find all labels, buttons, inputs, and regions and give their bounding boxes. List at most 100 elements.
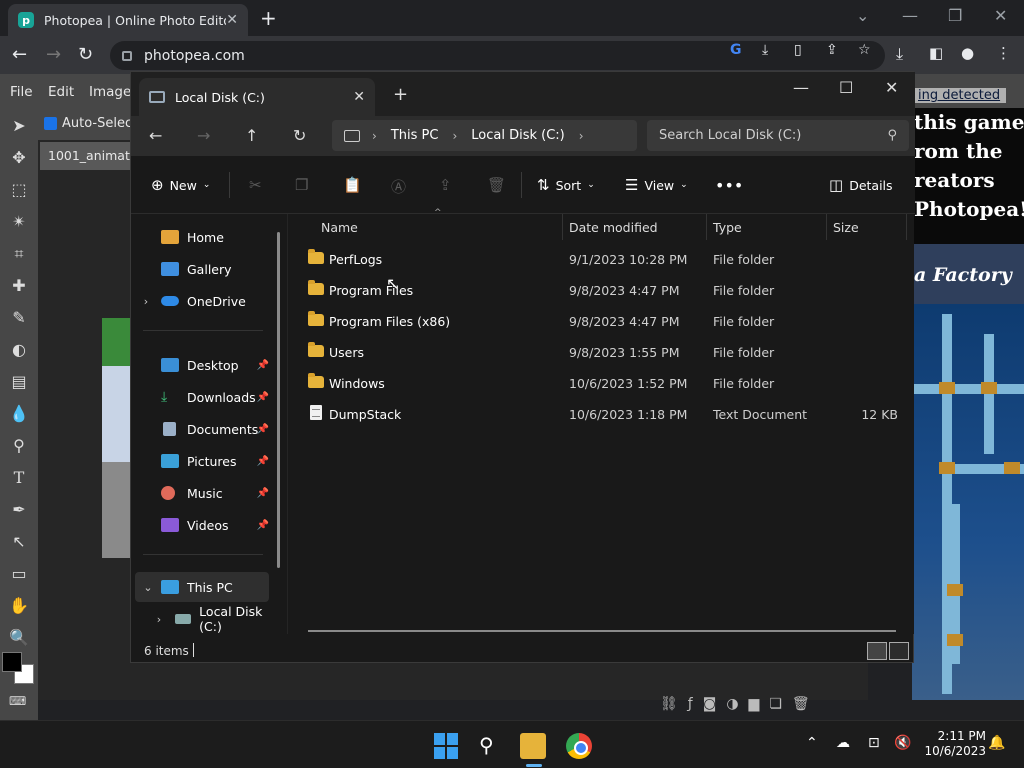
marquee-tool-icon[interactable]: ⬚ — [9, 180, 29, 200]
install-app-icon[interactable]: ⤓ — [762, 42, 768, 58]
more-options-icon[interactable]: ••• — [715, 176, 743, 195]
file-explorer-taskbar-icon[interactable] — [520, 733, 546, 759]
keyboard-icon[interactable]: ⌨ — [9, 694, 26, 708]
pin-icon[interactable]: 📌 — [257, 456, 269, 467]
bookmark-star-icon[interactable]: ☆ — [858, 42, 871, 58]
new-tab-button[interactable]: + — [260, 6, 277, 30]
explorer-minimize-button[interactable]: — — [793, 78, 809, 97]
rename-icon[interactable]: Ⓐ — [391, 176, 406, 197]
hand-tool-icon[interactable]: ✋ — [9, 596, 29, 616]
copy-icon[interactable]: ❐ — [295, 176, 308, 194]
eraser-tool-icon[interactable]: ◐ — [9, 340, 29, 360]
notification-bell-icon[interactable]: 🔔 — [988, 735, 1005, 751]
chrome-taskbar-icon[interactable] — [566, 733, 592, 759]
move-tool-active-icon[interactable]: ✥ — [9, 148, 29, 168]
reload-button[interactable]: ↻ — [78, 44, 93, 65]
tab-search-icon[interactable]: ⌄ — [856, 6, 869, 25]
profile-icon[interactable]: ● — [961, 44, 974, 62]
details-view-icon[interactable] — [867, 642, 887, 660]
menu-edit[interactable]: Edit — [48, 84, 74, 100]
nav-item-documents[interactable]: Documents 📌 — [131, 414, 279, 444]
nav-item-local-disk[interactable]: › Local Disk (C:) — [131, 604, 279, 634]
magic-wand-icon[interactable]: ✴ — [9, 212, 29, 232]
chevron-right-icon[interactable]: › — [579, 129, 584, 143]
nav-item-desktop[interactable]: Desktop 📌 — [131, 350, 279, 380]
column-header-date[interactable]: Date modified — [569, 220, 658, 235]
back-arrow-icon[interactable]: ← — [149, 126, 162, 145]
file-row[interactable]: Users 9/8/2023 1:55 PM File folder — [288, 337, 914, 368]
browser-tab-photopea[interactable]: p Photopea | Online Photo Editor ✕ — [8, 4, 248, 36]
pin-icon[interactable]: 📌 — [257, 424, 269, 435]
sort-button[interactable]: ⇅ Sort ⌄ — [537, 176, 595, 194]
horizontal-scrollbar[interactable] — [308, 630, 896, 632]
up-arrow-icon[interactable]: ↑ — [245, 126, 258, 145]
chevron-down-icon[interactable]: ⌄ — [135, 581, 161, 594]
share-icon[interactable]: ⇪ — [826, 42, 838, 58]
nav-item-music[interactable]: Music 📌 — [131, 478, 279, 508]
explorer-tab[interactable]: Local Disk (C:) ✕ — [139, 78, 375, 116]
menu-file[interactable]: File — [10, 84, 33, 100]
volume-muted-icon[interactable]: 🔇 — [894, 735, 911, 751]
delete-icon[interactable]: 🗑 — [487, 176, 506, 194]
layer-effects-icon[interactable]: ƒ — [688, 696, 693, 712]
pin-icon[interactable]: 📌 — [257, 488, 269, 499]
nav-item-downloads[interactable]: ⤓ Downloads 📌 — [131, 382, 279, 412]
crop-tool-icon[interactable]: ⌗ — [9, 244, 29, 264]
column-header-type[interactable]: Type — [713, 220, 742, 235]
google-lens-icon[interactable]: G — [730, 42, 742, 58]
onedrive-tray-icon[interactable]: ☁ — [836, 735, 850, 751]
menu-image[interactable]: Image — [89, 84, 131, 100]
view-button[interactable]: ☰ View ⌄ — [625, 176, 688, 194]
zoom-tool-icon[interactable]: 🔍 — [9, 628, 29, 648]
breadcrumb-local-disk[interactable]: Local Disk (C:) — [471, 128, 564, 143]
start-button[interactable] — [434, 733, 460, 759]
file-row[interactable]: PerfLogs 9/1/2023 10:28 PM File folder — [288, 244, 914, 275]
pin-icon[interactable]: 📌 — [257, 520, 269, 531]
adblock-detected-link[interactable]: ing detected — [912, 88, 1007, 103]
nav-item-videos[interactable]: Videos 📌 — [131, 510, 279, 540]
nav-item-gallery[interactable]: Gallery — [131, 254, 279, 284]
explorer-address-bar[interactable]: › This PC › Local Disk (C:) › — [332, 120, 637, 151]
delete-layer-icon[interactable]: 🗑 — [792, 696, 810, 712]
gradient-tool-icon[interactable]: ▤ — [9, 372, 29, 392]
nav-item-this-pc[interactable]: ⌄ This PC — [135, 572, 269, 602]
text-tool-icon[interactable]: T — [9, 468, 29, 488]
address-bar[interactable]: photopea.com — [110, 41, 885, 70]
move-tool-icon[interactable]: ➤ — [9, 116, 29, 136]
nav-item-onedrive[interactable]: › OneDrive — [131, 286, 279, 316]
forward-button[interactable]: → — [46, 44, 61, 65]
foreground-color-swatch[interactable] — [2, 652, 22, 672]
new-layer-icon[interactable]: ❏ — [769, 696, 782, 712]
new-group-icon[interactable]: ▆ — [749, 696, 760, 712]
forward-arrow-icon[interactable]: → — [197, 126, 210, 145]
pin-icon[interactable]: 📌 — [257, 360, 269, 371]
explorer-new-tab-button[interactable]: + — [393, 84, 408, 105]
system-clock[interactable]: 2:11 PM 10/6/2023 — [920, 729, 986, 759]
navigation-scrollbar[interactable] — [277, 232, 280, 568]
back-button[interactable]: ← — [12, 44, 27, 65]
path-select-icon[interactable]: ↖ — [9, 532, 29, 552]
breadcrumb-this-pc[interactable]: This PC — [391, 128, 439, 143]
pen-tool-icon[interactable]: ✒ — [9, 500, 29, 520]
adjustment-layer-icon[interactable]: ◑ — [726, 696, 738, 712]
chevron-right-icon[interactable]: › — [131, 295, 161, 308]
downloads-icon[interactable]: ⤓ — [896, 44, 903, 64]
tiles-view-icon[interactable] — [889, 642, 909, 660]
search-icon[interactable]: ⚲ — [479, 733, 505, 759]
shape-tool-icon[interactable]: ▭ — [9, 564, 29, 584]
file-row[interactable]: Program Files 9/8/2023 4:47 PM File fold… — [288, 275, 914, 306]
nav-item-pictures[interactable]: Pictures 📌 — [131, 446, 279, 476]
file-row[interactable]: DumpStack 10/6/2023 1:18 PM Text Documen… — [288, 399, 914, 430]
brush-tool-icon[interactable]: ✎ — [9, 308, 29, 328]
link-layers-icon[interactable]: ⛓ — [660, 696, 678, 712]
minimize-button[interactable]: — — [902, 6, 918, 25]
side-panel-icon[interactable]: ◧ — [929, 44, 943, 62]
nav-item-home[interactable]: Home — [131, 222, 279, 252]
explorer-maximize-button[interactable]: ☐ — [839, 78, 853, 97]
close-tab-icon[interactable]: ✕ — [226, 12, 238, 28]
column-header-name[interactable]: Name — [321, 220, 358, 235]
file-row[interactable]: Windows 10/6/2023 1:52 PM File folder — [288, 368, 914, 399]
blur-tool-icon[interactable]: 💧 — [9, 404, 29, 424]
new-button[interactable]: ⊕ New ⌄ — [151, 176, 210, 194]
chevron-up-icon[interactable]: ⌃ — [806, 735, 818, 751]
